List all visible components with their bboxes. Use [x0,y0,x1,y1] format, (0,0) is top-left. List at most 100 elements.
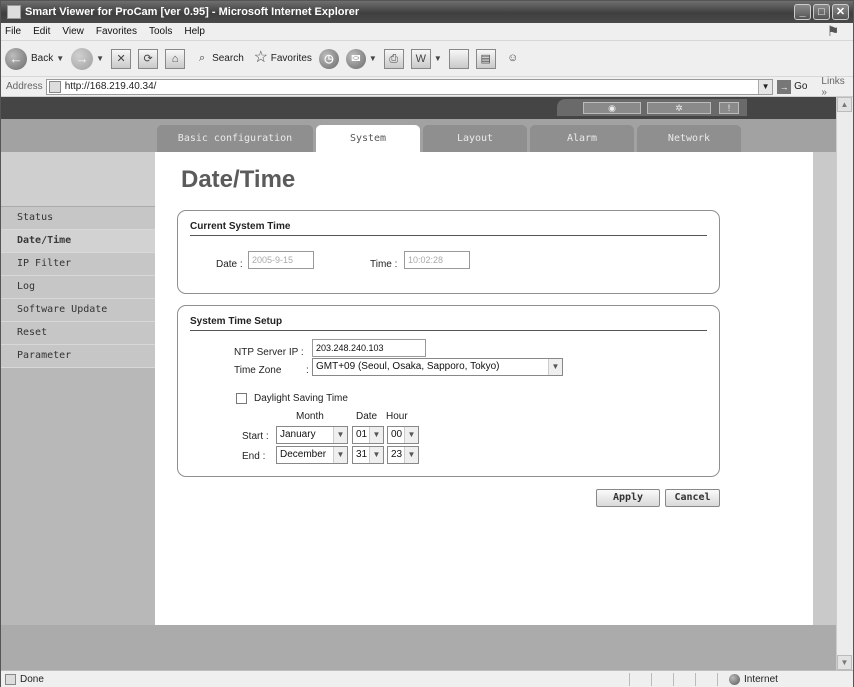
apply-button[interactable]: Apply [596,489,660,507]
menu-view[interactable]: View [62,26,84,37]
home-button[interactable]: ⌂ [165,48,186,69]
stop-icon: ✕ [111,48,132,69]
search-button[interactable]: ⌕ Search [192,49,244,69]
sidebar-item-software-update[interactable]: Software Update [1,299,155,322]
history-button[interactable]: ◷ [318,48,339,69]
ntp-server-input[interactable]: 203.248.240.103 [312,339,426,357]
research-button[interactable]: ▤ [475,48,496,69]
end-hour-select[interactable]: 23 ▼ [387,446,419,464]
window-title: Smart Viewer for ProCam [ver 0.95] - Mic… [25,6,360,18]
time-zone-select[interactable]: GMT+09 (Seoul, Osaka, Sapporo, Tokyo) ▼ [312,358,563,376]
search-icon: ⌕ [198,51,206,64]
favorites-button[interactable]: ☆ Favorites [251,49,312,69]
mail-icon: ✉ [345,48,366,69]
content-area: Date/Time Current System Time Date : 200… [155,152,813,625]
stop-button[interactable]: ✕ [111,48,132,69]
divider [190,235,707,236]
scroll-down-button[interactable]: ▼ [837,655,852,670]
tab-basic-configuration[interactable]: Basic configuration [157,125,313,152]
time-setup-title: System Time Setup [190,316,283,327]
security-zone: Internet [729,671,778,687]
minimize-button[interactable]: _ [794,4,811,20]
time-zone-colon: : [306,365,309,376]
discuss-icon [448,48,469,69]
menu-help[interactable]: Help [184,26,205,37]
refresh-button[interactable]: ⟳ [138,48,159,69]
gear-icon: ✲ [675,103,683,113]
dst-checkbox[interactable] [236,393,247,404]
chevron-down-icon: ▼ [404,447,418,463]
start-hour-select[interactable]: 00 ▼ [387,426,419,444]
tab-layout[interactable]: Layout [423,125,527,152]
month-column-label: Month [296,411,324,422]
mail-button[interactable]: ✉ ▼ [345,48,377,69]
chevron-down-icon: ▼ [548,359,562,375]
scroll-up-button[interactable]: ▲ [837,97,852,112]
chevron-down-icon: ▼ [333,427,347,443]
divider [629,673,630,686]
menu-tools[interactable]: Tools [149,26,172,37]
go-button[interactable]: → Go [777,79,807,94]
end-month-select[interactable]: December ▼ [276,446,348,464]
chevron-down-icon[interactable]: ▼ [758,79,773,94]
word-icon: W [410,48,431,69]
tab-alarm[interactable]: Alarm [530,125,634,152]
dst-label: Daylight Saving Time [254,393,348,404]
browser-toolbar: ← Back ▼ → ▼ ✕ ⟳ ⌂ ⌕ Search ☆ Favorites … [1,41,853,77]
close-button[interactable]: ✕ [832,4,849,20]
star-icon: ☆ [253,48,268,66]
sidebar-item-date-time[interactable]: Date/Time [1,230,155,253]
zone-label: Internet [744,673,778,685]
web-page: ◉ ✲ ! Basic configuration System Layout … [1,97,837,670]
header-strip: ◉ ✲ ! [1,97,837,119]
refresh-icon: ⟳ [138,48,159,69]
edit-button[interactable]: W ▼ [410,48,442,69]
menu-edit[interactable]: Edit [33,26,50,37]
address-input[interactable]: http://168.219.40.34/ ▼ [45,78,774,95]
chevron-down-icon: ▼ [368,54,377,63]
discuss-button[interactable] [448,48,469,69]
current-date-field[interactable]: 2005-9-15 [248,251,314,269]
home-icon: ⌂ [165,48,186,69]
setup-button[interactable]: ✲ [647,102,711,114]
start-label: Start : [242,431,269,442]
forward-button[interactable]: → ▼ [71,47,105,70]
sidebar-item-status[interactable]: Status [1,207,155,230]
start-date-select[interactable]: 01 ▼ [352,426,384,444]
sidebar-header [1,152,155,207]
cancel-button[interactable]: Cancel [665,489,720,507]
view-mode-bar: ◉ ✲ ! [557,99,747,116]
print-button[interactable]: ⎙ [383,48,404,69]
main-tabs: Basic configuration System Layout Alarm … [1,119,837,152]
go-arrow-icon: → [777,79,792,94]
links-button[interactable]: Links » [821,76,853,98]
sidebar-item-reset[interactable]: Reset [1,322,155,345]
browser-window: Smart Viewer for ProCam [ver 0.95] - Mic… [0,0,854,687]
eye-icon: ◉ [608,103,616,113]
end-label: End : [242,451,266,462]
current-time-field[interactable]: 10:02:28 [404,251,470,269]
page-icon [48,80,61,93]
sidebar-item-log[interactable]: Log [1,276,155,299]
time-zone-label: Time Zone [234,365,282,376]
tab-network[interactable]: Network [637,125,741,152]
divider [673,673,674,686]
vertical-scrollbar[interactable]: ▲ ▼ [836,97,852,670]
maximize-button[interactable]: □ [813,4,830,20]
live-view-button[interactable]: ◉ [583,102,641,114]
sidebar-item-parameter[interactable]: Parameter [1,345,155,368]
info-button[interactable]: ! [719,102,739,114]
end-date-select[interactable]: 31 ▼ [352,446,384,464]
divider [651,673,652,686]
start-month-select[interactable]: January ▼ [276,426,348,444]
tab-system[interactable]: System [316,125,420,152]
footer-band [1,625,837,670]
messenger-button[interactable]: ☺ [503,49,523,69]
status-bar: Done Internet [1,670,853,687]
menu-file[interactable]: File [5,26,21,37]
back-button[interactable]: ← Back ▼ [5,47,64,70]
sidebar-item-ip-filter[interactable]: IP Filter [1,253,155,276]
chevron-down-icon: ▼ [96,54,105,63]
menu-favorites[interactable]: Favorites [96,26,137,37]
page-title: Date/Time [181,166,296,193]
